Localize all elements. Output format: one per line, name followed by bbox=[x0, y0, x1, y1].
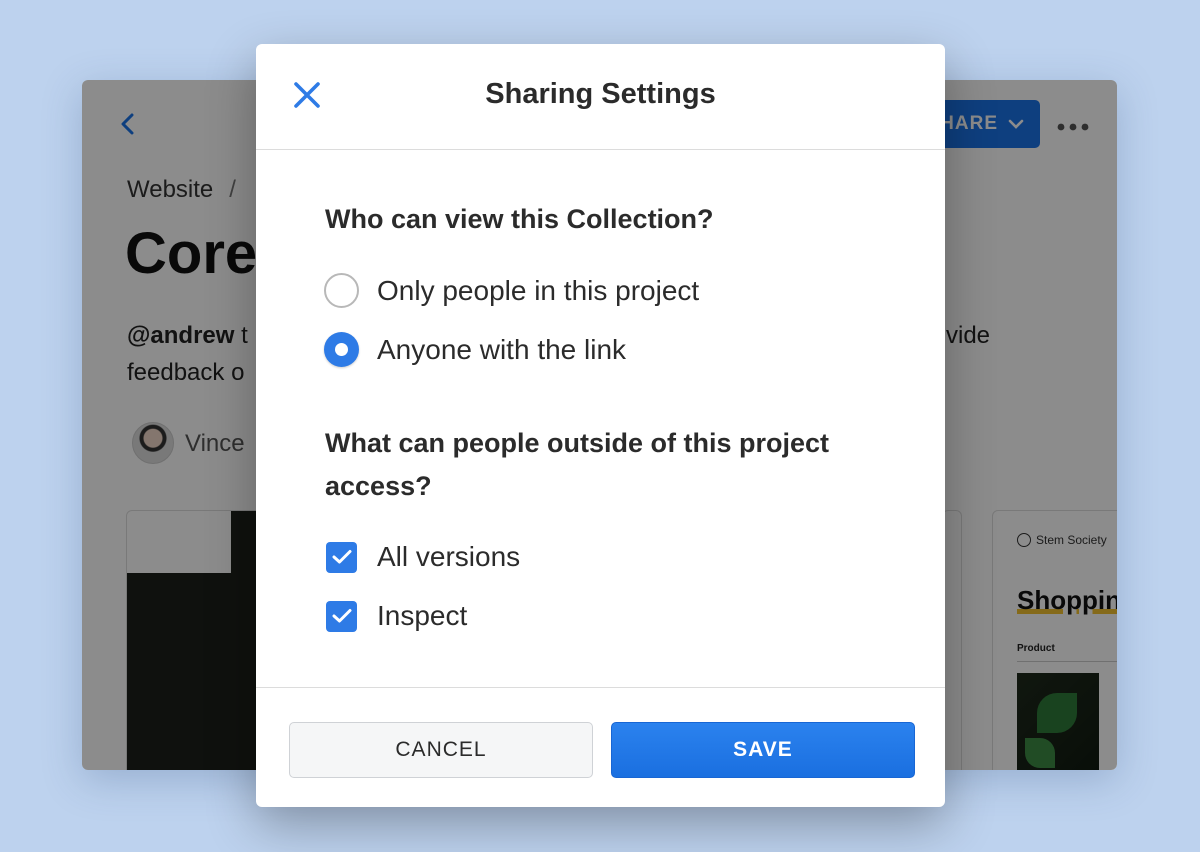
save-button[interactable]: SAVE bbox=[611, 722, 915, 778]
access-question-heading: What can people outside of this project … bbox=[325, 428, 830, 501]
view-question-heading: Who can view this Collection? bbox=[325, 204, 714, 234]
radio-unchecked[interactable] bbox=[324, 273, 359, 308]
cancel-button[interactable]: CANCEL bbox=[289, 722, 593, 778]
radio-checked[interactable] bbox=[324, 332, 359, 367]
dialog-footer: CANCEL SAVE bbox=[256, 688, 945, 806]
dialog-header: Sharing Settings bbox=[256, 44, 945, 150]
checkbox-label: Inspect bbox=[377, 600, 468, 631]
checkbox-label: All versions bbox=[377, 541, 521, 572]
radio-anyone-with-link[interactable]: Anyone with the link bbox=[324, 332, 626, 367]
dialog-title: Sharing Settings bbox=[485, 78, 716, 110]
sharing-settings-dialog: Sharing Settings Who can view this Colle… bbox=[256, 44, 945, 807]
checkbox-checked[interactable] bbox=[326, 600, 357, 632]
checkbox-inspect[interactable]: Inspect bbox=[324, 600, 467, 632]
radio-label: Only people in this project bbox=[377, 274, 700, 306]
radio-label: Anyone with the link bbox=[377, 333, 627, 365]
radio-only-project[interactable]: Only people in this project bbox=[324, 273, 699, 308]
checkbox-checked[interactable] bbox=[326, 541, 357, 573]
checkmark-icon bbox=[332, 609, 351, 623]
checkbox-all-versions[interactable]: All versions bbox=[324, 541, 520, 573]
dialog-body: Who can view this Collection? Only peopl… bbox=[256, 150, 945, 688]
checkmark-icon bbox=[332, 550, 351, 564]
